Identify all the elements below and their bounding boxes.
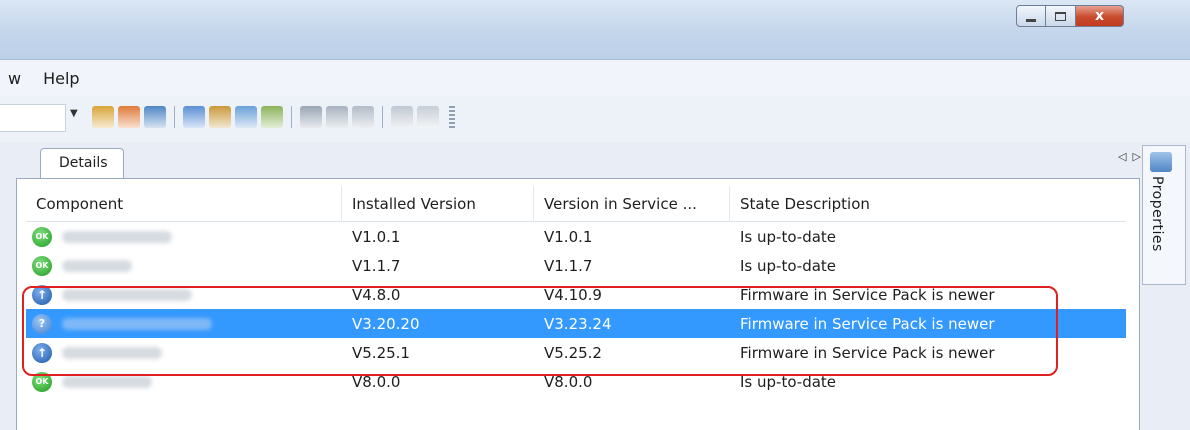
tool-icon[interactable]: [417, 106, 439, 128]
service-version-cell: V1.1.7: [544, 256, 593, 275]
toolbar-separator: [382, 106, 383, 128]
tab-details[interactable]: Details: [40, 148, 124, 178]
toolbar-separator: [291, 106, 292, 128]
close-icon: x: [1094, 8, 1105, 24]
minimize-icon: [1026, 18, 1036, 22]
component-cell: OK: [26, 255, 342, 276]
column-header-service-version[interactable]: Version in Service ...: [534, 185, 730, 222]
maximize-icon: [1055, 11, 1066, 21]
window-controls: x: [1016, 5, 1124, 27]
table-row[interactable]: OK V1.0.1 V1.0.1 Is up-to-date: [26, 222, 1126, 251]
tool-icon[interactable]: [209, 106, 231, 128]
toolbar-combo-box[interactable]: [0, 104, 66, 132]
tool-icon[interactable]: [183, 106, 205, 128]
tool-icon[interactable]: [326, 106, 348, 128]
maximize-button[interactable]: [1046, 5, 1076, 27]
tool-icon[interactable]: [261, 106, 283, 128]
toolbar: ▼: [0, 96, 1190, 142]
toolbar-separator: [174, 106, 175, 128]
minimize-button[interactable]: [1016, 5, 1046, 27]
toolbar-overflow-grip[interactable]: [449, 106, 455, 128]
properties-panel-tab[interactable]: Properties: [1142, 145, 1186, 285]
toolbar-icons: [92, 106, 455, 128]
installed-version-cell: V1.1.7: [352, 256, 401, 275]
tool-icon[interactable]: [300, 106, 322, 128]
highlight-annotation: [22, 286, 1058, 376]
table-row[interactable]: OK V1.1.7 V1.1.7 Is up-to-date: [26, 251, 1126, 280]
column-header-component[interactable]: Component: [26, 185, 342, 222]
service-version-cell: V1.0.1: [544, 227, 593, 246]
title-bar: x: [0, 0, 1190, 60]
column-header-installed-version[interactable]: Installed Version: [342, 185, 534, 222]
tool-icon[interactable]: [235, 106, 257, 128]
tool-icon[interactable]: [391, 106, 413, 128]
menu-help[interactable]: Help: [35, 69, 93, 88]
properties-label: Properties: [1149, 176, 1165, 252]
redacted-component-name: [62, 259, 132, 272]
tool-icon[interactable]: [92, 106, 114, 128]
column-header-state-description[interactable]: State Description: [730, 186, 1126, 222]
menu-bar: w Help: [0, 60, 1190, 96]
installed-version-cell: V1.0.1: [352, 227, 401, 246]
tool-icon[interactable]: [118, 106, 140, 128]
ok-status-icon: OK: [32, 255, 52, 276]
state-description-cell: Is up-to-date: [740, 227, 837, 246]
state-description-cell: Is up-to-date: [740, 256, 837, 275]
tab-details-label: Details: [59, 155, 108, 171]
ok-status-icon: OK: [32, 226, 52, 247]
redacted-component-name: [62, 230, 172, 243]
menu-view[interactable]: w: [0, 69, 35, 88]
properties-icon: [1150, 152, 1172, 172]
tool-icon[interactable]: [144, 106, 166, 128]
component-cell: OK: [26, 226, 342, 247]
redacted-component-name: [62, 375, 152, 388]
tool-icon[interactable]: [352, 106, 374, 128]
close-button[interactable]: x: [1076, 5, 1124, 27]
table-header: Component Installed Version Version in S…: [26, 185, 1126, 222]
dropdown-arrow-icon[interactable]: ▼: [70, 108, 78, 119]
